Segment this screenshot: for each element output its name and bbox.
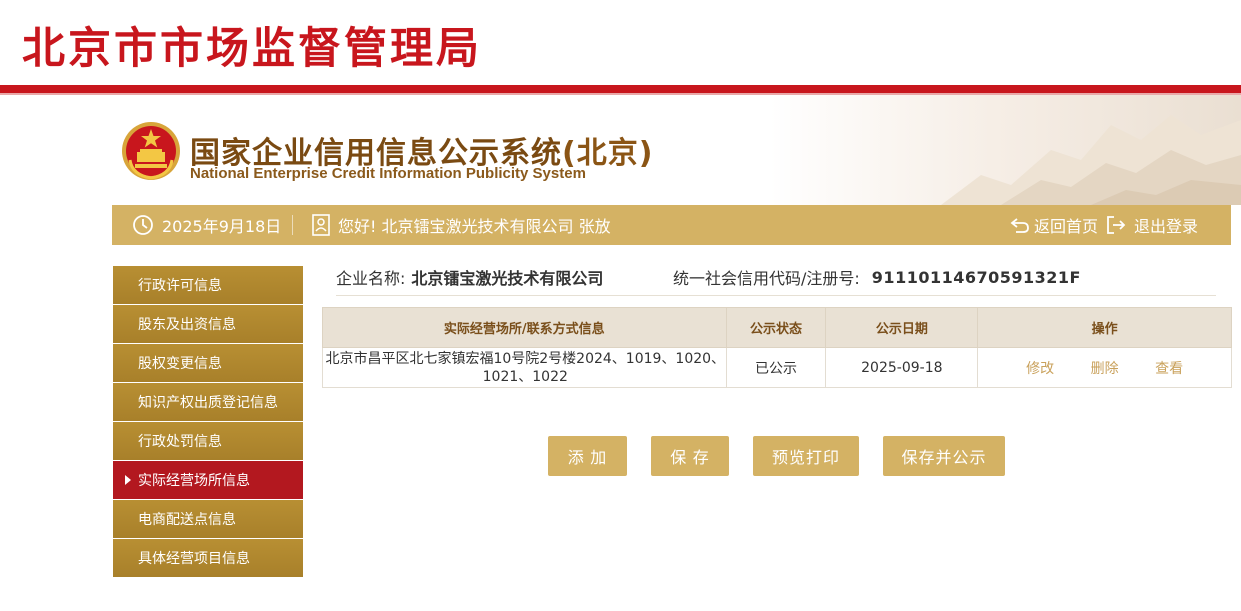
info-bar: 2025年9月18日 您好! 北京镭宝激光技术有限公司 张放 返回首页 退出登录 [112,205,1231,245]
logout-link[interactable]: 退出登录 [1106,205,1198,245]
user-greeting: 您好! 北京镭宝激光技术有限公司 张放 [312,205,611,245]
column-header-date: 公示日期 [825,307,979,348]
date-cell: 2025-09-18 [825,347,979,388]
column-header-status: 公示状态 [725,307,827,348]
sidebar-item-label: 股权变更信息 [138,356,222,372]
table-header-row: 实际经营场所/联系方式信息 公示状态 公示日期 操作 [322,307,1232,348]
sidebar-item-business-premises[interactable]: 实际经营场所信息 [113,461,303,499]
column-header-actions: 操作 [977,307,1232,348]
delete-link[interactable]: 删除 [1091,361,1119,377]
home-label: 返回首页 [1034,217,1099,236]
user-card-icon [312,214,330,236]
company-name: 北京镭宝激光技术有限公司 [411,269,604,288]
sidebar-item-label: 具体经营项目信息 [138,551,250,567]
active-arrow-icon [125,475,131,485]
credit-code: 91110114670591321F [871,267,1081,287]
home-link[interactable]: 返回首页 [1010,205,1098,245]
company-name-label: 企业名称: [336,269,406,288]
return-icon [1010,218,1029,233]
bar-separator [292,215,293,235]
sidebar-item-admin-license[interactable]: 行政许可信息 [113,266,303,304]
system-subtitle: National Enterprise Credit Information P… [190,165,586,182]
table-row: 北京市昌平区北七家镇宏福10号院2号楼2024、1019、1020、1021、1… [322,347,1232,388]
sidebar-item-ecommerce-delivery[interactable]: 电商配送点信息 [113,500,303,538]
actions-cell: 修改 删除 查看 [977,347,1232,388]
sidebar-item-label: 行政许可信息 [138,278,222,294]
logout-label: 退出登录 [1134,217,1199,236]
sidebar-item-ip-pledge[interactable]: 知识产权出质登记信息 [113,383,303,421]
sidebar-item-business-items[interactable]: 具体经营项目信息 [113,539,303,577]
date-text: 2025年9月18日 [162,217,282,236]
bureau-title: 北京市市场监督管理局 [22,24,482,74]
view-link[interactable]: 查看 [1155,361,1183,377]
credit-code-row: 统一社会信用代码/注册号: 91110114670591321F [673,264,1081,290]
sidebar-item-label: 股东及出资信息 [138,317,236,333]
national-emblem-icon [122,122,180,180]
sidebar-item-label: 实际经营场所信息 [138,473,250,489]
company-name-row: 企业名称: 北京镭宝激光技术有限公司 [336,264,603,290]
edit-link[interactable]: 修改 [1026,361,1054,377]
date-display: 2025年9月18日 [132,205,281,245]
save-publish-button[interactable]: 保存并公示 [883,436,1005,476]
sidebar-item-equity-change[interactable]: 股权变更信息 [113,344,303,382]
premises-table: 实际经营场所/联系方式信息 公示状态 公示日期 操作 北京市昌平区北七家镇宏福1… [322,307,1232,388]
sidebar-item-label: 电商配送点信息 [138,512,236,528]
clock-icon [133,215,153,235]
sidebar-item-label: 行政处罚信息 [138,434,222,450]
column-header-address: 实际经营场所/联系方式信息 [322,307,727,348]
greeting-text: 您好! 北京镭宝激光技术有限公司 张放 [338,217,611,236]
status-cell: 已公示 [725,347,827,388]
red-divider [0,85,1241,93]
save-button[interactable]: 保 存 [651,436,729,476]
top-banner: 北京市市场监督管理局 [0,0,1241,92]
logout-icon [1107,216,1126,234]
sidebar-item-label: 知识产权出质登记信息 [138,395,278,411]
sidebar-item-admin-penalty[interactable]: 行政处罚信息 [113,422,303,460]
credit-code-label: 统一社会信用代码/注册号: [673,269,860,288]
content-divider [336,295,1216,296]
add-button[interactable]: 添 加 [548,436,627,476]
address-cell: 北京市昌平区北七家镇宏福10号院2号楼2024、1019、1020、1021、1… [322,347,727,388]
sidebar-menu: 行政许可信息 股东及出资信息 股权变更信息 知识产权出质登记信息 行政处罚信息 … [113,266,303,578]
preview-print-button[interactable]: 预览打印 [753,436,859,476]
mountain-decoration [941,115,1241,205]
sidebar-item-shareholders[interactable]: 股东及出资信息 [113,305,303,343]
